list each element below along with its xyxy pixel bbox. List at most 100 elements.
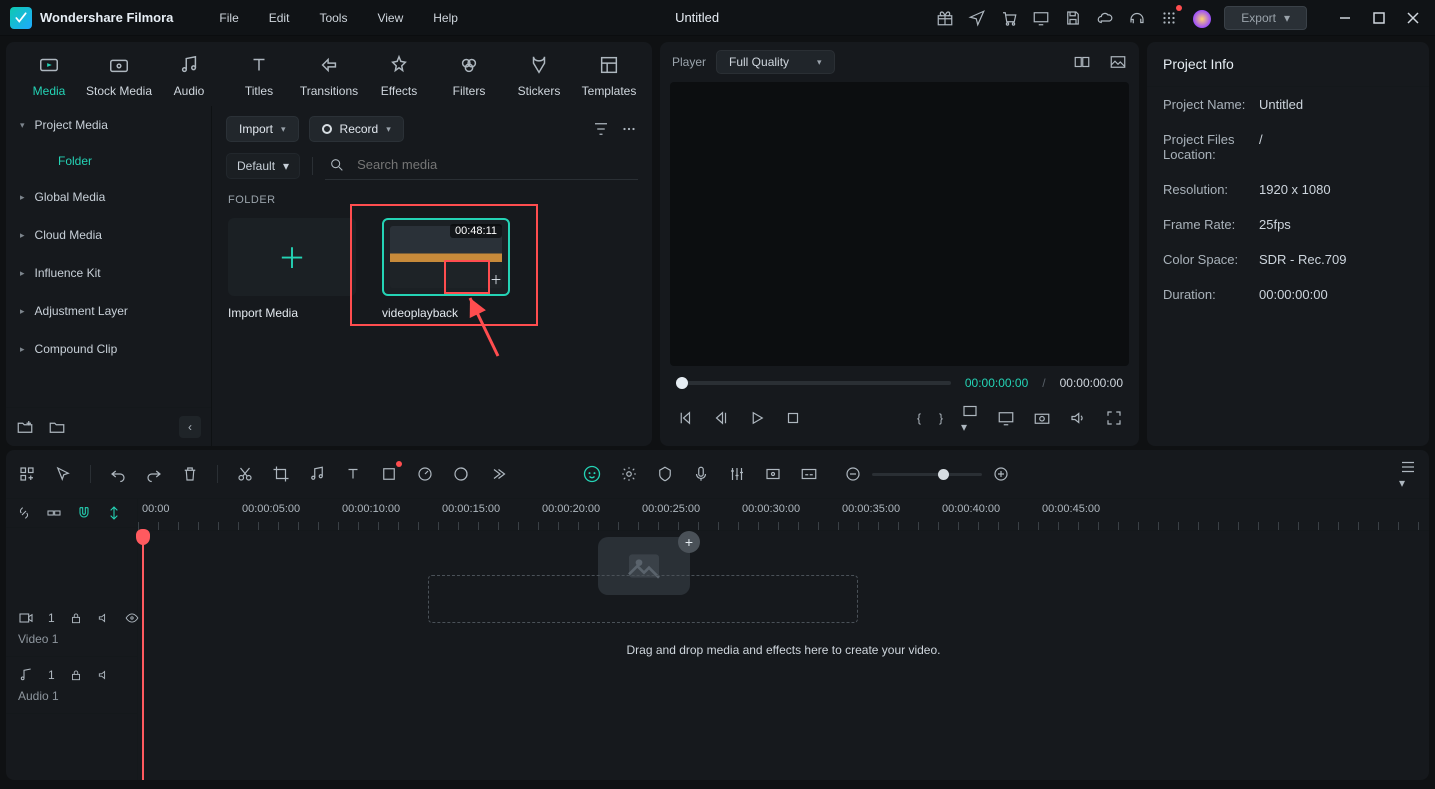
add-track-icon[interactable] <box>18 465 36 483</box>
tree-folder[interactable]: Folder <box>6 144 211 178</box>
record-vo-icon[interactable] <box>764 465 782 483</box>
tree-cloud-media[interactable]: ▸Cloud Media <box>6 216 211 254</box>
caption-icon[interactable] <box>800 465 818 483</box>
speed-icon[interactable] <box>416 465 434 483</box>
step-back-icon[interactable] <box>712 409 730 427</box>
lock-icon[interactable] <box>69 668 83 682</box>
record-dropdown[interactable]: Record▾ <box>309 116 404 142</box>
collapse-sidebar-button[interactable]: ‹ <box>179 416 201 438</box>
menu-view[interactable]: View <box>377 11 403 25</box>
cart-icon[interactable] <box>1000 9 1018 27</box>
quality-dropdown[interactable]: Full Quality▾ <box>716 50 835 74</box>
tab-templates[interactable]: Templates <box>574 52 644 106</box>
window-close-icon[interactable] <box>1407 12 1419 24</box>
text-icon[interactable] <box>344 465 362 483</box>
filter-icon[interactable] <box>592 120 610 138</box>
select-tool-icon[interactable] <box>54 465 72 483</box>
headphones-icon[interactable] <box>1128 9 1146 27</box>
menu-help[interactable]: Help <box>433 11 458 25</box>
sort-default-dropdown[interactable]: Default▾ <box>226 153 300 179</box>
keyframe-icon[interactable] <box>380 465 398 483</box>
export-button[interactable]: Export▾ <box>1224 6 1307 30</box>
more-tools-icon[interactable] <box>488 465 506 483</box>
window-minimize-icon[interactable] <box>1339 12 1351 24</box>
zoom-in-icon[interactable] <box>992 465 1010 483</box>
marker-icon[interactable] <box>656 465 674 483</box>
undo-icon[interactable] <box>109 465 127 483</box>
eye-icon[interactable] <box>125 611 139 625</box>
mute-icon[interactable] <box>97 668 111 682</box>
display-icon[interactable] <box>997 409 1015 427</box>
link-icon[interactable] <box>16 505 32 521</box>
snap-icon[interactable] <box>106 505 122 521</box>
tree-project-media[interactable]: ▾Project Media <box>6 106 211 144</box>
import-media-tile[interactable]: ＋ Import Media <box>228 218 356 320</box>
cloud-icon[interactable] <box>1096 9 1114 27</box>
play-icon[interactable] <box>748 409 766 427</box>
music-icon[interactable] <box>308 465 326 483</box>
monitor-icon[interactable] <box>1032 9 1050 27</box>
timeline-view-icon[interactable]: ▾ <box>1399 458 1417 490</box>
profile-avatar-icon[interactable] <box>1192 9 1210 27</box>
zoom-slider[interactable] <box>872 473 982 476</box>
grid-apps-icon[interactable] <box>1160 9 1178 27</box>
send-icon[interactable] <box>968 9 986 27</box>
import-dropdown[interactable]: Import▾ <box>226 116 299 142</box>
document-title: Untitled <box>466 10 928 25</box>
save-icon[interactable] <box>1064 9 1082 27</box>
chevron-down-icon: ▾ <box>817 57 822 68</box>
chain-icon[interactable] <box>46 505 62 521</box>
prev-frame-icon[interactable] <box>676 409 694 427</box>
mark-in-icon[interactable]: { <box>917 411 921 425</box>
tab-transitions[interactable]: Transitions <box>294 52 364 106</box>
tab-stickers[interactable]: Stickers <box>504 52 574 106</box>
folder-icon[interactable] <box>48 418 66 436</box>
cut-icon[interactable] <box>236 465 254 483</box>
tree-adjustment-layer[interactable]: ▸Adjustment Layer <box>6 292 211 330</box>
fullscreen-icon[interactable] <box>1105 409 1123 427</box>
compare-view-icon[interactable] <box>1073 53 1091 71</box>
dnd-drop-area[interactable] <box>428 575 858 623</box>
tracks-area[interactable]: + Drag and drop media and effects here t… <box>138 531 1429 771</box>
audio-track-header[interactable]: 1 Audio 1 <box>6 657 137 714</box>
redo-icon[interactable] <box>145 465 163 483</box>
aspect-icon[interactable]: ▾ <box>961 402 979 434</box>
audio-mix-icon[interactable] <box>728 465 746 483</box>
player-canvas[interactable] <box>670 82 1129 366</box>
tab-effects[interactable]: Effects <box>364 52 434 106</box>
stop-icon[interactable] <box>784 409 802 427</box>
ai-icon[interactable] <box>582 464 602 484</box>
tab-audio[interactable]: Audio <box>154 52 224 106</box>
video-track-header[interactable]: 1 Video 1 <box>6 600 137 657</box>
window-maximize-icon[interactable] <box>1373 12 1385 24</box>
menu-tools[interactable]: Tools <box>319 11 347 25</box>
tree-compound-clip[interactable]: ▸Compound Clip <box>6 330 211 368</box>
image-icon[interactable] <box>1109 53 1127 71</box>
volume-icon[interactable] <box>1069 409 1087 427</box>
mark-out-icon[interactable]: } <box>939 411 943 425</box>
lock-icon[interactable] <box>69 611 83 625</box>
zoom-out-icon[interactable] <box>844 465 862 483</box>
tab-stock-media[interactable]: Stock Media <box>84 52 154 106</box>
mute-icon[interactable] <box>97 611 111 625</box>
new-folder-icon[interactable] <box>16 418 34 436</box>
menu-file[interactable]: File <box>219 11 238 25</box>
tab-filters[interactable]: Filters <box>434 52 504 106</box>
crop-icon[interactable] <box>272 465 290 483</box>
mic-icon[interactable] <box>692 465 710 483</box>
more-icon[interactable] <box>620 120 638 138</box>
search-input[interactable] <box>355 156 535 173</box>
menu-edit[interactable]: Edit <box>269 11 290 25</box>
enhance-icon[interactable] <box>620 465 638 483</box>
tab-media[interactable]: Media <box>14 52 84 106</box>
tree-global-media[interactable]: ▸Global Media <box>6 178 211 216</box>
magnet-icon[interactable] <box>76 505 92 521</box>
tab-titles[interactable]: Titles <box>224 52 294 106</box>
tree-influence-kit[interactable]: ▸Influence Kit <box>6 254 211 292</box>
timeline-ruler[interactable]: 00:00 00:00:05:00 00:00:10:00 00:00:15:0… <box>138 499 1429 531</box>
player-scrubber[interactable] <box>676 381 951 385</box>
gift-icon[interactable] <box>936 9 954 27</box>
snapshot-icon[interactable] <box>1033 409 1051 427</box>
delete-icon[interactable] <box>181 465 199 483</box>
color-icon[interactable] <box>452 465 470 483</box>
